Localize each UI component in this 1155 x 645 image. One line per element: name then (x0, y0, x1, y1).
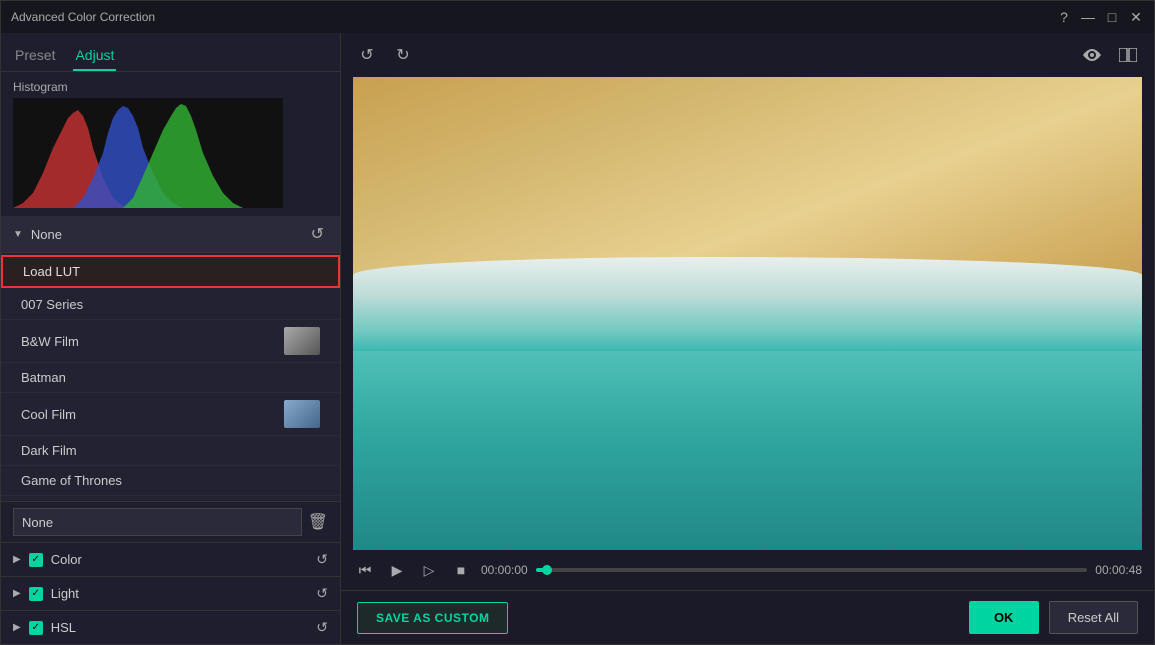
hsl-reset-icon[interactable]: ↺ (316, 619, 328, 636)
right-panel: ↺ ↻ (341, 33, 1154, 644)
color-checkbox[interactable]: ✓ (29, 553, 43, 567)
hsl-checkbox[interactable]: ✓ (29, 621, 43, 635)
light-checkbox[interactable]: ✓ (29, 587, 43, 601)
light-reset-icon[interactable]: ↺ (316, 585, 328, 602)
bw-film-item[interactable]: B&W Film (1, 320, 340, 363)
toolbar-row: ↺ ↻ (341, 33, 1154, 77)
batman-item[interactable]: Batman (1, 363, 340, 393)
load-lut-item[interactable]: Load LUT (1, 255, 340, 288)
dropdown-list[interactable]: Load LUT 007 Series B&W Film Batman Cool… (1, 253, 340, 501)
game-of-thrones-item[interactable]: Game of Thrones (1, 466, 340, 496)
tab-adjust[interactable]: Adjust (73, 41, 116, 71)
title-bar-controls: ? — □ ✕ (1056, 9, 1144, 25)
redo-button[interactable]: ↻ (389, 41, 417, 69)
tab-preset[interactable]: Preset (13, 41, 57, 71)
stop-button[interactable]: ■ (449, 558, 473, 582)
progress-thumb (542, 565, 552, 575)
beach-wave (353, 257, 1142, 352)
light-arrow-icon: ▶ (13, 588, 21, 599)
maximize-button[interactable]: □ (1104, 9, 1120, 25)
play-alt-button[interactable]: ▷ (417, 558, 441, 582)
dark-film-item[interactable]: Dark Film (1, 436, 340, 466)
main-content: Preset Adjust Histogram (1, 33, 1154, 644)
preset-arrow-icon: ▼ (13, 229, 23, 240)
bottom-bar: SAVE AS CUSTOM OK Reset All (341, 590, 1154, 644)
video-preview (353, 77, 1142, 550)
eye-button[interactable] (1078, 41, 1106, 69)
prev-frame-button[interactable]: ⏮ (353, 558, 377, 582)
bw-film-swatch (284, 327, 320, 355)
help-button[interactable]: ? (1056, 9, 1072, 25)
preset-selected-row[interactable]: ▼ None ↺ (1, 216, 340, 253)
video-preview-inner (353, 77, 1142, 550)
progress-bar[interactable] (536, 568, 1088, 572)
minimize-button[interactable]: — (1080, 9, 1096, 25)
hsl-section[interactable]: ▶ ✓ HSL ↺ (1, 610, 340, 644)
color-label: Color (51, 552, 309, 567)
histogram-svg (13, 98, 283, 208)
cool-film-swatch (284, 400, 320, 428)
preset-selected-label: None (31, 227, 307, 242)
compare-icon (1119, 48, 1137, 62)
eye-icon (1083, 49, 1101, 61)
time-current: 00:00:00 (481, 563, 528, 577)
histogram-label: Histogram (13, 80, 328, 94)
none-select[interactable]: None (13, 508, 302, 536)
color-section[interactable]: ▶ ✓ Color ↺ (1, 542, 340, 576)
main-window: Advanced Color Correction ? — □ ✕ Preset… (0, 0, 1155, 645)
toolbar-left: ↺ ↻ (353, 41, 417, 69)
bottom-select-row: None 🗑 (1, 501, 340, 542)
window-title: Advanced Color Correction (11, 10, 155, 24)
time-total: 00:00:48 (1095, 563, 1142, 577)
tabs-row: Preset Adjust (1, 33, 340, 72)
title-bar: Advanced Color Correction ? — □ ✕ (1, 1, 1154, 33)
btn-right-group: OK Reset All (969, 601, 1138, 634)
color-reset-icon[interactable]: ↺ (316, 551, 328, 568)
close-button[interactable]: ✕ (1128, 9, 1144, 25)
histogram-canvas (13, 98, 283, 208)
compare-button[interactable] (1114, 41, 1142, 69)
toolbar-right (1078, 41, 1142, 69)
histogram-section: Histogram (1, 72, 340, 216)
preset-reset-button[interactable]: ↺ (307, 222, 328, 246)
cool-film-item[interactable]: Cool Film (1, 393, 340, 436)
delete-button[interactable]: 🗑 (308, 512, 328, 532)
hsl-arrow-icon: ▶ (13, 622, 21, 633)
hsl-label: HSL (51, 620, 309, 635)
beach-water (353, 351, 1142, 550)
reset-all-button[interactable]: Reset All (1049, 601, 1138, 634)
left-panel: Preset Adjust Histogram (1, 33, 341, 644)
color-arrow-icon: ▶ (13, 554, 21, 565)
007-series-item[interactable]: 007 Series (1, 290, 340, 320)
play-button[interactable]: ▶ (385, 558, 409, 582)
video-controls: ⏮ ▶ ▷ ■ 00:00:00 00:00:48 (341, 550, 1154, 590)
save-custom-button[interactable]: SAVE AS CUSTOM (357, 602, 508, 634)
ok-button[interactable]: OK (969, 601, 1039, 634)
undo-button[interactable]: ↺ (353, 41, 381, 69)
light-section[interactable]: ▶ ✓ Light ↺ (1, 576, 340, 610)
light-label: Light (51, 586, 309, 601)
